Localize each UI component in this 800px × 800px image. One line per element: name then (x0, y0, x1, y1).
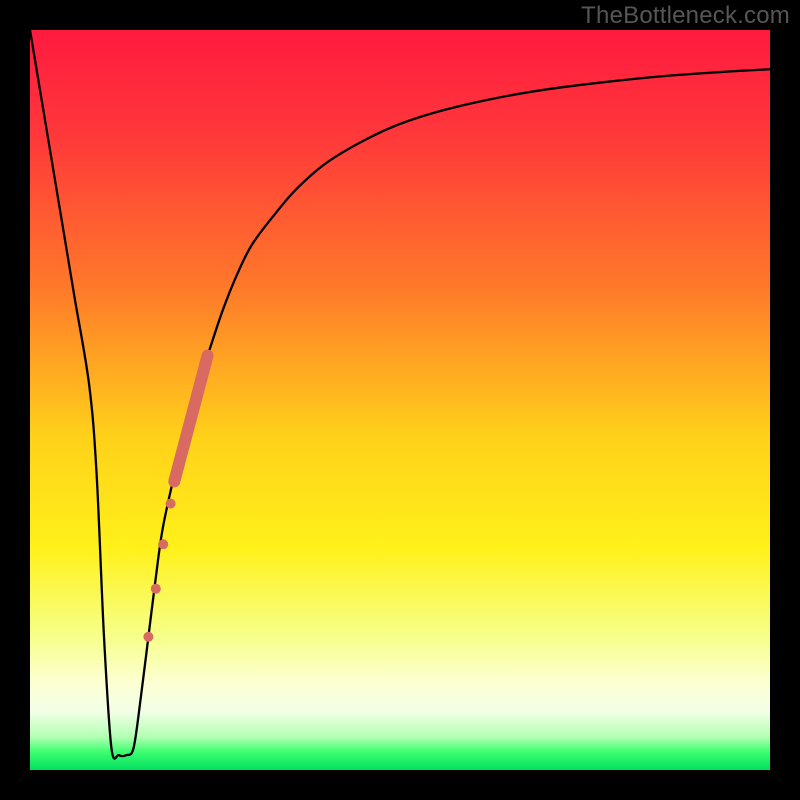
chart-stage: TheBottleneck.com (0, 0, 800, 800)
watermark-text: TheBottleneck.com (581, 2, 790, 30)
plot-background (30, 30, 770, 770)
highlight-dot (166, 499, 176, 509)
highlight-dot (143, 632, 153, 642)
highlight-dot (158, 539, 168, 549)
bottleneck-chart (0, 0, 800, 800)
highlight-dot (151, 584, 161, 594)
